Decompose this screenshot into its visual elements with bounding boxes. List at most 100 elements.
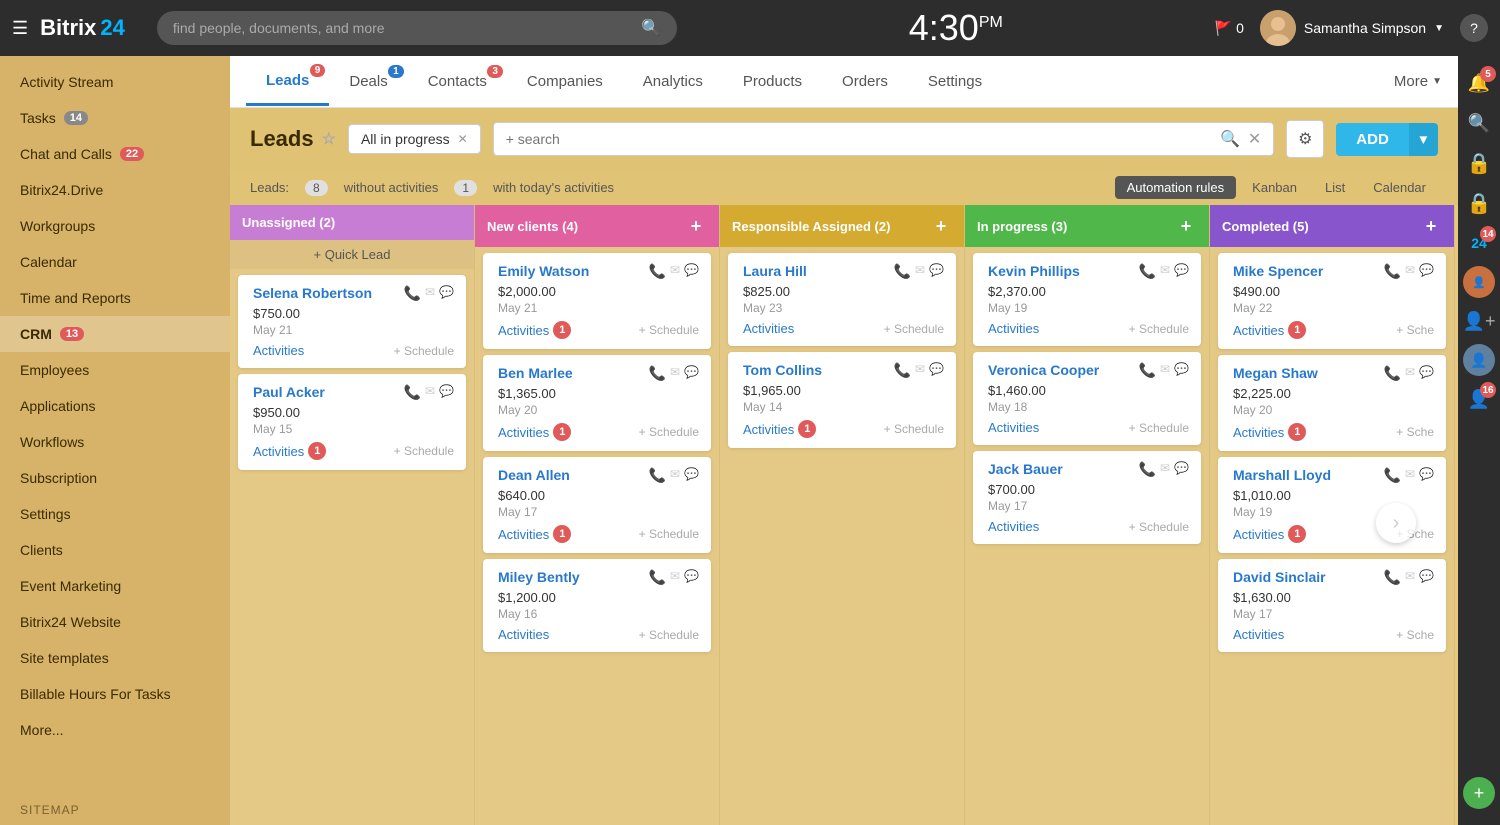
card-name[interactable]: Jack Bauer <box>988 461 1063 477</box>
activities-link[interactable]: Activities 1 <box>1233 525 1306 543</box>
phone-icon[interactable]: 📞 <box>649 569 666 586</box>
sidebar-item-workflows[interactable]: Workflows <box>0 424 230 460</box>
schedule-link[interactable]: + Sche <box>1396 425 1434 439</box>
activities-link[interactable]: Activities 1 <box>1233 423 1306 441</box>
email-icon[interactable]: ✉ <box>670 263 680 280</box>
activities-link[interactable]: Activities <box>253 343 304 358</box>
card-name[interactable]: Miley Bently <box>498 569 580 585</box>
comment-icon[interactable]: 💬 <box>684 263 699 280</box>
add-col-button[interactable]: + <box>930 215 952 237</box>
email-icon[interactable]: ✉ <box>670 569 680 586</box>
sidebar-item-bitrix24-drive[interactable]: Bitrix24.Drive <box>0 172 230 208</box>
comment-icon[interactable]: 💬 <box>1174 461 1189 478</box>
sidebar-item-more[interactable]: More... <box>0 712 230 748</box>
green-action-button[interactable]: + <box>1463 777 1495 809</box>
sidebar-item-billable-hours[interactable]: Billable Hours For Tasks <box>0 676 230 712</box>
comment-icon[interactable]: 💬 <box>439 285 454 302</box>
email-icon[interactable]: ✉ <box>1405 263 1415 280</box>
activities-link[interactable]: Activities 1 <box>253 442 326 460</box>
email-icon[interactable]: ✉ <box>1405 569 1415 586</box>
sidebar-item-site-templates[interactable]: Site templates <box>0 640 230 676</box>
activities-link[interactable]: Activities <box>988 321 1039 336</box>
user-area[interactable]: Samantha Simpson ▼ <box>1260 10 1444 46</box>
sidebar-item-tasks[interactable]: Tasks 14 <box>0 100 230 136</box>
help-button[interactable]: ? <box>1460 14 1488 42</box>
schedule-link[interactable]: + Sche <box>1396 323 1434 337</box>
sidebar-item-settings[interactable]: Settings <box>0 496 230 532</box>
kanban-button[interactable]: Kanban <box>1240 176 1309 199</box>
card-name[interactable]: David Sinclair <box>1233 569 1326 585</box>
add-dropdown-button[interactable]: ▼ <box>1409 123 1438 156</box>
phone-icon[interactable]: 📞 <box>1139 362 1156 379</box>
schedule-link[interactable]: + Schedule <box>639 425 699 439</box>
card-name[interactable]: Tom Collins <box>743 362 822 378</box>
tab-products[interactable]: Products <box>723 59 822 104</box>
phone-icon[interactable]: 📞 <box>1139 263 1156 280</box>
filter-tag[interactable]: All in progress ✕ <box>348 124 481 154</box>
search-icon[interactable]: 🔍 <box>1220 129 1240 149</box>
email-icon[interactable]: ✉ <box>1160 461 1170 478</box>
email-icon[interactable]: ✉ <box>670 467 680 484</box>
card-name[interactable]: Veronica Cooper <box>988 362 1099 378</box>
phone-icon[interactable]: 📞 <box>404 285 421 302</box>
sidebar-item-time-reports[interactable]: Time and Reports <box>0 280 230 316</box>
leads-search[interactable]: 🔍 ✕ <box>493 122 1275 156</box>
tab-companies[interactable]: Companies <box>507 59 623 104</box>
activities-link[interactable]: Activities <box>498 627 549 642</box>
activities-link[interactable]: Activities <box>1233 627 1284 642</box>
sitemap-link[interactable]: SITEMAP <box>20 803 80 817</box>
user-avatar-2[interactable]: 👤 <box>1463 344 1495 376</box>
add-user-button[interactable]: 👤+ <box>1460 302 1498 340</box>
tab-analytics[interactable]: Analytics <box>623 59 723 104</box>
schedule-link[interactable]: + Schedule <box>1129 520 1189 534</box>
lock-icon-1[interactable]: 🔒 <box>1460 144 1498 182</box>
add-col-button[interactable]: + <box>1175 215 1197 237</box>
schedule-link[interactable]: + Schedule <box>639 323 699 337</box>
schedule-link[interactable]: + Schedule <box>1129 322 1189 336</box>
sidebar-item-event-marketing[interactable]: Event Marketing <box>0 568 230 604</box>
sidebar-item-bitrix24-website[interactable]: Bitrix24 Website <box>0 604 230 640</box>
tab-leads[interactable]: Leads 9 <box>246 58 329 106</box>
card-name[interactable]: Emily Watson <box>498 263 589 279</box>
phone-icon[interactable]: 📞 <box>404 384 421 401</box>
activities-link[interactable]: Activities <box>988 420 1039 435</box>
comment-icon[interactable]: 💬 <box>684 569 699 586</box>
phone-icon[interactable]: 📞 <box>1384 365 1401 382</box>
phone-icon[interactable]: 📞 <box>894 263 911 280</box>
sidebar-item-applications[interactable]: Applications <box>0 388 230 424</box>
leads-search-input[interactable] <box>506 131 1212 147</box>
comment-icon[interactable]: 💬 <box>1419 365 1434 382</box>
phone-icon[interactable]: 📞 <box>649 467 666 484</box>
schedule-link[interactable]: + Schedule <box>394 344 454 358</box>
card-name[interactable]: Dean Allen <box>498 467 570 483</box>
activities-link[interactable]: Activities 1 <box>498 525 571 543</box>
schedule-link[interactable]: + Schedule <box>1129 421 1189 435</box>
sidebar-item-employees[interactable]: Employees <box>0 352 230 388</box>
list-button[interactable]: List <box>1313 176 1357 199</box>
sidebar-item-activity-stream[interactable]: Activity Stream <box>0 64 230 100</box>
sidebar-item-workgroups[interactable]: Workgroups <box>0 208 230 244</box>
comment-icon[interactable]: 💬 <box>684 467 699 484</box>
comment-icon[interactable]: 💬 <box>439 384 454 401</box>
comment-icon[interactable]: 💬 <box>684 365 699 382</box>
card-name[interactable]: Mike Spencer <box>1233 263 1323 279</box>
sidebar-item-chat-calls[interactable]: Chat and Calls 22 <box>0 136 230 172</box>
search-input[interactable] <box>173 20 633 36</box>
card-name[interactable]: Laura Hill <box>743 263 807 279</box>
comment-icon[interactable]: 💬 <box>1419 263 1434 280</box>
activities-link[interactable]: Activities 1 <box>498 423 571 441</box>
phone-icon[interactable]: 📞 <box>1384 467 1401 484</box>
email-icon[interactable]: ✉ <box>915 263 925 280</box>
notifications-button[interactable]: 🔔 5 <box>1460 64 1498 102</box>
activities-link[interactable]: Activities 1 <box>1233 321 1306 339</box>
schedule-link[interactable]: + Schedule <box>639 527 699 541</box>
email-icon[interactable]: ✉ <box>1405 467 1415 484</box>
schedule-link[interactable]: + Sche <box>1396 628 1434 642</box>
sidebar-item-clients[interactable]: Clients <box>0 532 230 568</box>
phone-icon[interactable]: 📞 <box>1384 263 1401 280</box>
schedule-link[interactable]: + Schedule <box>884 322 944 336</box>
sidebar-item-subscription[interactable]: Subscription <box>0 460 230 496</box>
phone-icon[interactable]: 📞 <box>894 362 911 379</box>
card-name[interactable]: Ben Marlee <box>498 365 573 381</box>
comment-icon[interactable]: 💬 <box>1174 362 1189 379</box>
